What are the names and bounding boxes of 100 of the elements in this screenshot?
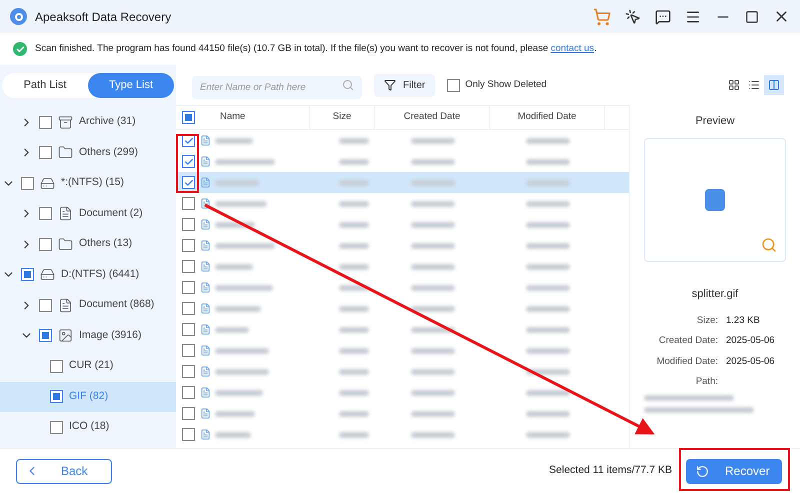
logo-icon [10, 8, 27, 25]
checkbox[interactable] [39, 207, 52, 220]
tree-item[interactable]: ICO (18) [0, 412, 176, 442]
checkbox[interactable] [39, 146, 52, 160]
tree-item[interactable]: Document (868) [0, 290, 176, 320]
preview-view-icon[interactable] [764, 75, 784, 95]
file-icon [200, 135, 211, 146]
checkbox[interactable] [39, 116, 52, 129]
zoom-icon[interactable] [761, 236, 777, 252]
archive-icon [58, 114, 73, 130]
column-header[interactable]: Modified Date [490, 106, 605, 129]
blurred-text [339, 368, 369, 374]
checkbox[interactable] [21, 176, 34, 190]
file-icon [200, 429, 211, 440]
tree-item[interactable]: Image (3916) [0, 320, 176, 351]
cart-icon[interactable] [593, 8, 611, 26]
blurred-text [339, 326, 369, 332]
blurred-text [339, 306, 369, 312]
blurred-text [526, 180, 570, 186]
blurred-text [410, 368, 454, 374]
detail-label: Modified Date: [656, 354, 718, 368]
checkbox[interactable] [21, 268, 34, 282]
preview-title: Preview [695, 114, 735, 129]
checkbox[interactable] [182, 386, 195, 399]
blurred-text [215, 284, 273, 290]
column-header[interactable]: Created Date [375, 106, 490, 129]
tree-label: Document (2) [79, 206, 143, 221]
tree-item[interactable]: *:(NTFS) (15) [0, 168, 176, 198]
tree-label: D:(NTFS) (6441) [61, 266, 140, 282]
file-icon [200, 282, 211, 293]
blurred-text [410, 200, 454, 206]
tree-item[interactable]: Archive (31) [0, 107, 176, 138]
checkbox[interactable] [50, 420, 63, 434]
checkbox[interactable] [182, 323, 195, 336]
recover-button[interactable]: Recover [686, 458, 782, 484]
checkbox[interactable] [182, 239, 195, 252]
tree-item[interactable]: Others (299) [0, 138, 176, 168]
drive-icon [40, 267, 55, 282]
contact-link[interactable]: contact us [550, 42, 594, 54]
blurred-text [526, 410, 570, 416]
blurred-text [215, 326, 249, 332]
tree-item[interactable]: CUR (21) [0, 351, 176, 382]
tree-item[interactable]: Document (2) [0, 198, 176, 229]
tree-label: *:(NTFS) (15) [61, 175, 124, 190]
view-tab[interactable]: Path List [2, 73, 88, 98]
blurred-text [339, 222, 369, 228]
checkbox[interactable] [447, 78, 460, 92]
blurred-text [410, 390, 454, 396]
checkbox[interactable] [39, 329, 52, 342]
checkbox[interactable] [182, 365, 195, 378]
blurred-text [410, 180, 454, 186]
tree-label: Archive (31) [79, 114, 136, 130]
blurred-text [339, 410, 369, 416]
checkbox[interactable] [182, 111, 195, 124]
blurred-text [339, 242, 369, 248]
checkbox[interactable] [182, 218, 195, 231]
blurred-text [526, 284, 570, 290]
checkbox[interactable] [50, 360, 63, 373]
file-icon [200, 198, 211, 209]
checkbox[interactable] [182, 428, 195, 441]
checkbox[interactable] [182, 155, 195, 168]
blurred-text [526, 432, 570, 438]
checkbox[interactable] [182, 407, 195, 420]
blurred-text [215, 348, 269, 354]
pointer-icon[interactable] [625, 8, 641, 24]
checkbox[interactable] [50, 390, 63, 404]
detail-value: 2025-05-06 [726, 334, 776, 348]
maximize-icon[interactable] [745, 10, 759, 24]
menu-icon[interactable] [685, 8, 701, 24]
checkbox[interactable] [39, 298, 52, 312]
blurred-text [215, 432, 251, 438]
checkbox[interactable] [182, 176, 195, 189]
blurred-text [410, 306, 454, 312]
checkbox[interactable] [182, 260, 195, 273]
blurred-text [215, 410, 255, 416]
filter-button[interactable]: Filter [374, 74, 436, 96]
blurred-text [215, 158, 275, 164]
detail-value: 2025-05-06 [726, 354, 776, 368]
drive-icon [40, 176, 55, 191]
back-button[interactable]: Back [16, 458, 112, 484]
blurred-text [339, 180, 369, 186]
blurred-text [339, 264, 369, 270]
chat-icon[interactable] [655, 8, 671, 24]
search-field[interactable]: Enter Name or Path here [192, 76, 362, 98]
file-icon [200, 219, 211, 230]
checkbox[interactable] [182, 197, 195, 210]
tree-item[interactable]: D:(NTFS) (6441) [0, 260, 176, 290]
file-row[interactable] [176, 172, 629, 193]
file-icon [200, 324, 211, 335]
checkbox[interactable] [182, 302, 195, 315]
column-header[interactable]: Name [200, 106, 310, 129]
search-icon[interactable] [342, 79, 354, 91]
view-tab[interactable]: Type List [88, 73, 174, 98]
column-header[interactable]: Size [310, 106, 375, 129]
checkbox[interactable] [182, 344, 195, 357]
checkbox[interactable] [39, 238, 52, 251]
file-icon [200, 345, 211, 356]
checkbox[interactable] [182, 281, 195, 294]
tree-item[interactable]: Others (13) [0, 229, 176, 260]
blurred-text [526, 158, 570, 164]
